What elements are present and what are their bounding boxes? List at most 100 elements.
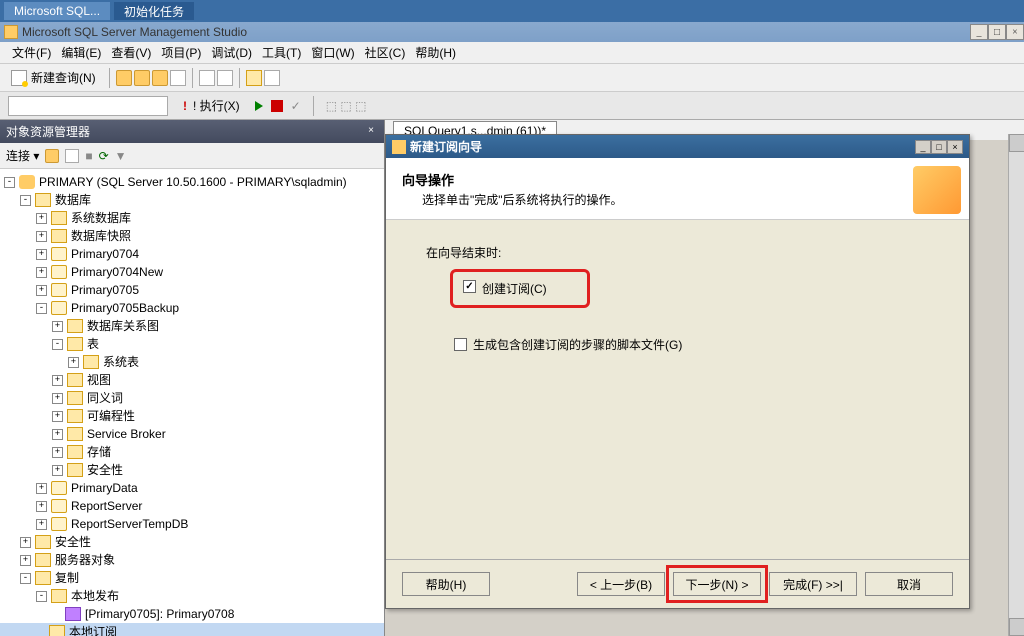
connect-dropdown[interactable]: 连接 ▾ bbox=[6, 147, 39, 164]
tree-db[interactable]: ReportServerTempDB bbox=[71, 516, 188, 532]
tree-sec[interactable]: 安全性 bbox=[87, 462, 123, 478]
dialog-titlebar[interactable]: 新建订阅向导 _ □ × bbox=[386, 135, 969, 158]
save-icon[interactable] bbox=[217, 70, 233, 86]
taskbar-item-task[interactable]: 初始化任务 bbox=[114, 2, 194, 20]
tree-security[interactable]: 安全性 bbox=[55, 534, 91, 550]
minimize-button[interactable]: _ bbox=[970, 24, 988, 40]
dialog-subheading: 选择单击"完成"后系统将执行的操作。 bbox=[422, 191, 953, 208]
end-label: 在向导结束时: bbox=[426, 244, 929, 261]
wizard-icon bbox=[913, 166, 961, 214]
db-icon-3[interactable] bbox=[152, 70, 168, 86]
tree-db[interactable]: Primary0704New bbox=[71, 264, 163, 280]
dialog-title: 新建订阅向导 bbox=[410, 138, 482, 155]
menu-community[interactable]: 社区(C) bbox=[361, 42, 410, 63]
database-combo[interactable] bbox=[8, 96, 168, 116]
filter-icon[interactable]: ▼ bbox=[115, 149, 127, 163]
disconnect-icon[interactable] bbox=[65, 149, 79, 163]
tree-db[interactable]: Primary0705Backup bbox=[71, 300, 179, 316]
dialog-maximize-button[interactable]: □ bbox=[931, 140, 947, 154]
object-tree[interactable]: - PRIMARY (SQL Server 10.50.1600 - PRIMAR… bbox=[0, 169, 384, 636]
doc-icon[interactable] bbox=[170, 70, 186, 86]
db-icon[interactable] bbox=[116, 70, 132, 86]
help-button[interactable]: 帮助(H) bbox=[402, 572, 490, 596]
server-icon bbox=[19, 175, 35, 189]
create-subscription-label: 创建订阅(C) bbox=[482, 280, 547, 297]
tree-sysdb[interactable]: 系统数据库 bbox=[71, 210, 131, 226]
save-all-icon[interactable] bbox=[264, 70, 280, 86]
refresh-icon[interactable]: ⟳ bbox=[99, 149, 109, 163]
create-subscription-highlight: ✓ 创建订阅(C) bbox=[450, 269, 590, 308]
generate-script-checkbox[interactable] bbox=[454, 338, 467, 351]
dialog-minimize-button[interactable]: _ bbox=[915, 140, 931, 154]
publication-icon bbox=[65, 607, 81, 621]
dialog-heading: 向导操作 bbox=[402, 170, 953, 189]
tree-db[interactable]: ReportServer bbox=[71, 498, 142, 514]
menu-edit[interactable]: 编辑(E) bbox=[57, 42, 105, 63]
dialog-icon bbox=[392, 140, 406, 154]
folder-open-icon[interactable] bbox=[246, 70, 262, 86]
maximize-button[interactable]: □ bbox=[988, 24, 1006, 40]
play-icon[interactable] bbox=[255, 101, 263, 111]
tree-replication[interactable]: 复制 bbox=[55, 570, 79, 586]
toggle-icon[interactable]: - bbox=[4, 177, 15, 188]
new-subscription-wizard: 新建订阅向导 _ □ × 向导操作 选择单击"完成"后系统将执行的操作。 在向导… bbox=[385, 134, 970, 609]
db-icon-2[interactable] bbox=[134, 70, 150, 86]
vertical-scrollbar[interactable] bbox=[1008, 134, 1024, 636]
tree-db[interactable]: Primary0704 bbox=[71, 246, 139, 262]
dialog-close-button[interactable]: × bbox=[947, 140, 963, 154]
app-icon bbox=[4, 25, 18, 39]
window-titlebar: Microsoft SQL Server Management Studio _… bbox=[0, 22, 1024, 42]
menu-help[interactable]: 帮助(H) bbox=[411, 42, 460, 63]
menu-tools[interactable]: 工具(T) bbox=[258, 42, 305, 63]
tree-snapshot[interactable]: 数据库快照 bbox=[71, 228, 131, 244]
tree-views[interactable]: 视图 bbox=[87, 372, 111, 388]
explorer-close-icon[interactable]: × bbox=[364, 125, 378, 139]
open-icon[interactable] bbox=[199, 70, 215, 86]
new-query-button[interactable]: 新建查询(N) bbox=[4, 66, 103, 89]
tree-systables[interactable]: 系统表 bbox=[103, 354, 139, 370]
taskbar: Microsoft SQL... 初始化任务 bbox=[0, 0, 1024, 22]
create-subscription-checkbox[interactable]: ✓ bbox=[463, 280, 476, 293]
explorer-toolbar: 连接 ▾ ■ ⟳ ▼ bbox=[0, 143, 384, 169]
dialog-body: 在向导结束时: ✓ 创建订阅(C) 生成包含创建订阅的步骤的脚本文件(G) bbox=[386, 220, 969, 385]
close-button[interactable]: × bbox=[1006, 24, 1024, 40]
back-button[interactable]: < 上一步(B) bbox=[577, 572, 665, 596]
toolbar-sql: !! 执行(X) ✓ ⬚ ⬚ ⬚ bbox=[0, 92, 1024, 120]
explorer-title: 对象资源管理器 × bbox=[0, 120, 384, 143]
tree-db[interactable]: PrimaryData bbox=[71, 480, 138, 496]
tree-storage[interactable]: 存储 bbox=[87, 444, 111, 460]
tree-pub[interactable]: [Primary0705]: Primary0708 bbox=[85, 606, 234, 622]
tree-localsub[interactable]: 本地订阅 bbox=[69, 624, 117, 636]
stop-icon[interactable] bbox=[271, 100, 283, 112]
tree-db[interactable]: Primary0705 bbox=[71, 282, 139, 298]
finish-button[interactable]: 完成(F) >>| bbox=[769, 572, 857, 596]
content-area: SQLQuery1.s...dmin (61))* 新建订阅向导 _ □ × 向… bbox=[385, 120, 1024, 636]
execute-button[interactable]: !! 执行(X) bbox=[176, 94, 247, 117]
tree-tables[interactable]: 表 bbox=[87, 336, 99, 352]
menu-debug[interactable]: 调试(D) bbox=[207, 42, 256, 63]
window-title: Microsoft SQL Server Management Studio bbox=[22, 25, 247, 39]
dialog-footer: 帮助(H) < 上一步(B) 下一步(N) > 完成(F) >>| 取消 bbox=[386, 559, 969, 608]
tree-synonyms[interactable]: 同义词 bbox=[87, 390, 123, 406]
menu-view[interactable]: 查看(V) bbox=[107, 42, 155, 63]
menu-project[interactable]: 项目(P) bbox=[157, 42, 205, 63]
object-explorer: 对象资源管理器 × 连接 ▾ ■ ⟳ ▼ - PRIMARY (SQL Serve… bbox=[0, 120, 385, 636]
taskbar-item-app[interactable]: Microsoft SQL... bbox=[4, 2, 110, 20]
toolbar-main: 新建查询(N) bbox=[0, 64, 1024, 92]
generate-script-label: 生成包含创建订阅的步骤的脚本文件(G) bbox=[473, 336, 682, 353]
next-button[interactable]: 下一步(N) > bbox=[673, 572, 761, 596]
tree-localpub[interactable]: 本地发布 bbox=[71, 588, 119, 604]
tree-serverobj[interactable]: 服务器对象 bbox=[55, 552, 115, 568]
tree-server[interactable]: PRIMARY (SQL Server 10.50.1600 - PRIMARY… bbox=[39, 174, 347, 190]
tree-sbroker[interactable]: Service Broker bbox=[87, 426, 166, 442]
connect-icon[interactable] bbox=[45, 149, 59, 163]
menu-window[interactable]: 窗口(W) bbox=[307, 42, 358, 63]
tree-item[interactable]: 数据库关系图 bbox=[87, 318, 159, 334]
folder-icon bbox=[35, 193, 51, 207]
dialog-header: 向导操作 选择单击"完成"后系统将执行的操作。 bbox=[386, 158, 969, 220]
cancel-button[interactable]: 取消 bbox=[865, 572, 953, 596]
tree-prog[interactable]: 可编程性 bbox=[87, 408, 135, 424]
menu-file[interactable]: 文件(F) bbox=[8, 42, 55, 63]
tree-databases[interactable]: 数据库 bbox=[55, 192, 91, 208]
new-query-icon bbox=[11, 70, 27, 86]
